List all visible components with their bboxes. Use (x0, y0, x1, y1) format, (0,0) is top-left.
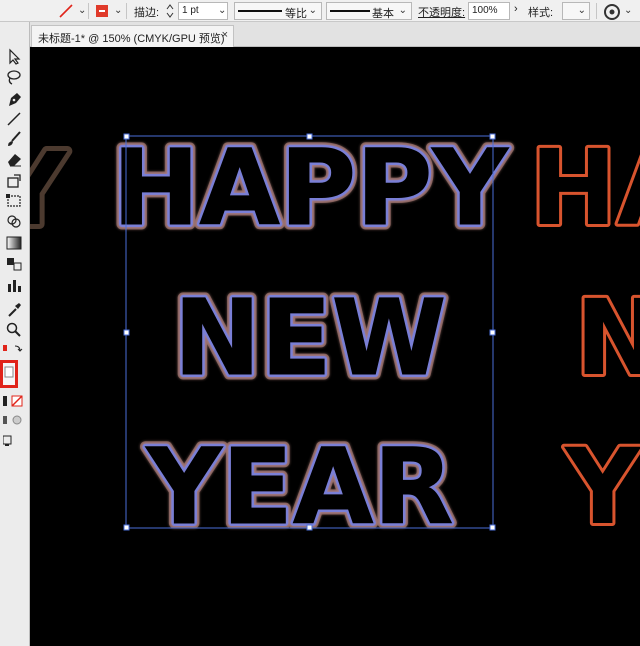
free-transform-icon (6, 194, 21, 207)
line-segment-icon (7, 112, 21, 126)
draw-mode-icon (3, 415, 22, 425)
resize-handle-top-left[interactable] (123, 133, 130, 140)
divider (126, 3, 127, 19)
swap-fill-stroke-button[interactable] (3, 342, 25, 358)
screen-mode-button[interactable] (2, 434, 25, 448)
screen-mode-icon (2, 435, 12, 446)
fill-color-button[interactable] (93, 2, 111, 20)
resize-handle-bottom-left[interactable] (123, 524, 130, 531)
chevron-down-icon: ⌄ (577, 5, 586, 16)
document-tab-bar: 未标题-1* @ 150% (CMYK/GPU 预览) × (30, 22, 640, 47)
paintbrush-tool[interactable] (3, 130, 25, 148)
eyedropper-tool[interactable] (3, 300, 25, 318)
swap-arrow-icon (3, 345, 23, 352)
control-bar: ⌄ ⌄ 描边: 1 pt ⌄ 等比 ⌄ 基本 ⌄ 不透明度: 100% › 样式… (0, 0, 640, 22)
brush-line-icon (330, 10, 370, 12)
eraser-tool[interactable] (3, 150, 25, 168)
resize-handle-bottom[interactable] (306, 524, 313, 531)
chevron-down-icon[interactable]: ⌄ (78, 5, 86, 16)
left-artwork-copy[interactable]: Y Y (30, 126, 73, 253)
happy-core: HAPPY (112, 127, 509, 249)
stroke-color-swatch[interactable] (0, 360, 18, 388)
new-core: NEW (174, 277, 447, 399)
close-icon[interactable]: × (222, 29, 228, 41)
document-tab[interactable]: 未标题-1* @ 150% (CMYK/GPU 预览) × (31, 25, 234, 47)
stroke-color-button[interactable] (56, 2, 76, 20)
rotate-icon (7, 174, 21, 188)
resize-handle-top-right[interactable] (489, 133, 496, 140)
shape-builder-tool[interactable] (3, 212, 25, 230)
profile-label: 等比 (285, 8, 307, 20)
rotate-tool[interactable] (3, 172, 25, 190)
no-fill-slash-icon (59, 4, 73, 18)
stroke-swatch-icon (4, 366, 14, 378)
direct-selection-icon (9, 48, 21, 65)
artboard-canvas[interactable]: Y Y HAPPY NEW YEAR HAPPY NEW YEAR HAPPY … (30, 47, 640, 646)
graphic-style-dropdown[interactable]: ⌄ (562, 2, 590, 20)
right-artwork-copy[interactable]: HA HA N N Y Y (527, 124, 640, 551)
resize-handle-right[interactable] (489, 329, 496, 336)
variable-width-profile-dropdown[interactable]: 等比 ⌄ (234, 2, 322, 20)
line-segment-tool[interactable] (3, 110, 25, 128)
profile-line-icon (238, 10, 282, 12)
fill-swatch-icon (96, 5, 108, 17)
eyedropper-icon (8, 303, 21, 317)
opacity-field[interactable]: 100% (468, 2, 510, 20)
chevron-down-icon[interactable]: ⌄ (218, 5, 226, 16)
resize-handle-bottom-right[interactable] (489, 524, 496, 531)
opacity-label[interactable]: 不透明度: (418, 4, 465, 20)
right-copy-line-1-core: HA (530, 127, 640, 249)
bar-chart-icon (8, 280, 21, 292)
right-copy-line-2-core: N (575, 277, 640, 399)
divider (596, 3, 597, 19)
chevron-down-icon[interactable]: ⌄ (114, 5, 122, 16)
year-core: YEAR (145, 426, 454, 548)
right-copy-line-3-core: Y (563, 426, 640, 548)
eraser-icon (8, 154, 21, 167)
stroke-label: 描边: (134, 7, 160, 19)
zoom-icon (6, 322, 21, 337)
resize-handle-top[interactable] (306, 133, 313, 140)
chevron-down-icon: ⌄ (398, 5, 407, 16)
chevron-right-icon[interactable]: › (514, 3, 518, 15)
divider (88, 3, 89, 19)
shape-builder-icon (7, 215, 21, 228)
recolor-artwork-button[interactable] (602, 2, 622, 20)
artwork: Y Y HAPPY NEW YEAR HAPPY NEW YEAR HAPPY … (30, 122, 640, 554)
resize-handle-left[interactable] (123, 329, 130, 336)
stroke-weight-stepper[interactable] (163, 2, 177, 20)
paintbrush-icon (8, 131, 21, 146)
chevron-down-icon[interactable]: ⌄ (624, 5, 632, 16)
column-graph-tool[interactable] (3, 276, 25, 294)
document-tab-title: 未标题-1* @ 150% (CMYK/GPU 预览) (38, 33, 225, 45)
tools-panel (0, 22, 30, 646)
gradient-tool[interactable] (3, 234, 25, 252)
chevron-down-icon: ⌄ (308, 5, 317, 16)
pen-icon (9, 93, 21, 106)
pen-tool[interactable] (3, 90, 25, 108)
free-transform-tool[interactable] (3, 192, 25, 210)
color-none-icon (3, 395, 23, 407)
drawing-mode-buttons[interactable] (3, 414, 25, 426)
blend-icon (7, 258, 22, 271)
color-wheel-icon (604, 4, 620, 20)
brush-definition-dropdown[interactable]: 基本 ⌄ (326, 2, 412, 20)
gradient-icon (6, 236, 22, 250)
zoom-tool[interactable] (3, 320, 25, 338)
lasso-icon (7, 70, 21, 85)
direct-selection-tool[interactable] (3, 48, 25, 66)
brush-label: 基本 (372, 8, 394, 20)
left-copy-letter-core: Y (30, 131, 68, 248)
stepper-arrows-icon (166, 4, 174, 18)
blend-tool[interactable] (3, 254, 25, 272)
neon-text-group[interactable]: HAPPY NEW YEAR HAPPY NEW YEAR HAPPY NEW … (107, 122, 515, 554)
lasso-tool[interactable] (3, 68, 25, 86)
color-mode-buttons[interactable] (3, 394, 25, 408)
style-label: 样式: (528, 7, 554, 19)
